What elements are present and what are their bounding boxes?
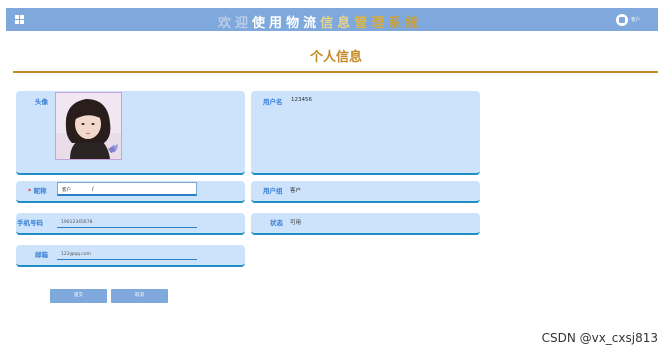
email-label: 邮箱 <box>35 251 48 259</box>
text-cursor-icon: I <box>92 186 94 193</box>
nickname-label-text: 昵称 <box>33 187 47 195</box>
email-input[interactable]: 123@qq.com <box>57 250 197 260</box>
phone-input[interactable]: 19012345678 <box>57 218 197 228</box>
phone-input-value: 19012345678 <box>61 220 93 225</box>
user-name[interactable]: 客户 <box>631 17 640 23</box>
welcome-char: 息 <box>337 16 355 31</box>
required-mark: * <box>28 187 32 195</box>
profile-page: 欢迎使用物流信息管理系统 客户 个人信息 头像 用户名 123456 * 昵称 … <box>0 0 672 356</box>
user-menu[interactable]: 客户 <box>616 13 640 26</box>
usergroup-value: 客户 <box>290 188 302 194</box>
usergroup-card: 用户组 客户 <box>251 181 480 203</box>
welcome-char: 物 <box>286 16 304 31</box>
welcome-char: 理 <box>371 16 389 31</box>
welcome-char: 统 <box>405 16 423 31</box>
top-navigation-bar: 欢迎使用物流信息管理系统 客户 <box>6 8 658 31</box>
welcome-char: 使 <box>252 16 270 31</box>
avatar-card: 头像 <box>16 91 245 175</box>
avatar-label: 头像 <box>35 98 48 106</box>
status-value: 可用 <box>290 220 302 226</box>
welcome-char: 迎 <box>235 16 253 31</box>
cancel-button[interactable]: 取消 <box>111 289 168 303</box>
title-divider <box>13 71 658 73</box>
usergroup-label: 用户组 <box>263 187 283 195</box>
user-avatar-icon[interactable] <box>616 13 628 26</box>
nickname-input-value: 客户 <box>62 188 71 193</box>
status-label: 状态 <box>270 219 283 227</box>
nickname-input[interactable]: 客户 I <box>57 182 197 196</box>
welcome-char: 系 <box>388 16 406 31</box>
avatar-image[interactable] <box>55 92 122 160</box>
page-title: 个人信息 <box>309 50 362 65</box>
welcome-char: 欢 <box>218 16 236 31</box>
submit-button[interactable]: 提交 <box>50 289 107 303</box>
watermark: CSDN @vx_cxsj813 <box>541 331 658 345</box>
welcome-char: 管 <box>354 16 372 31</box>
welcome-char: 信 <box>320 16 338 31</box>
welcome-char: 流 <box>303 16 321 31</box>
nickname-label: * 昵称 <box>28 185 47 195</box>
username-label: 用户名 <box>263 98 283 106</box>
phone-label: 手机号码 <box>17 219 43 227</box>
status-card: 状态 可用 <box>251 213 480 235</box>
welcome-char: 用 <box>269 16 287 31</box>
username-value: 123456 <box>291 97 312 103</box>
welcome-title: 欢迎使用物流信息管理系统 <box>218 12 422 31</box>
username-card: 用户名 123456 <box>251 91 480 175</box>
email-input-value: 123@qq.com <box>61 252 91 257</box>
grid-icon[interactable] <box>15 15 24 24</box>
